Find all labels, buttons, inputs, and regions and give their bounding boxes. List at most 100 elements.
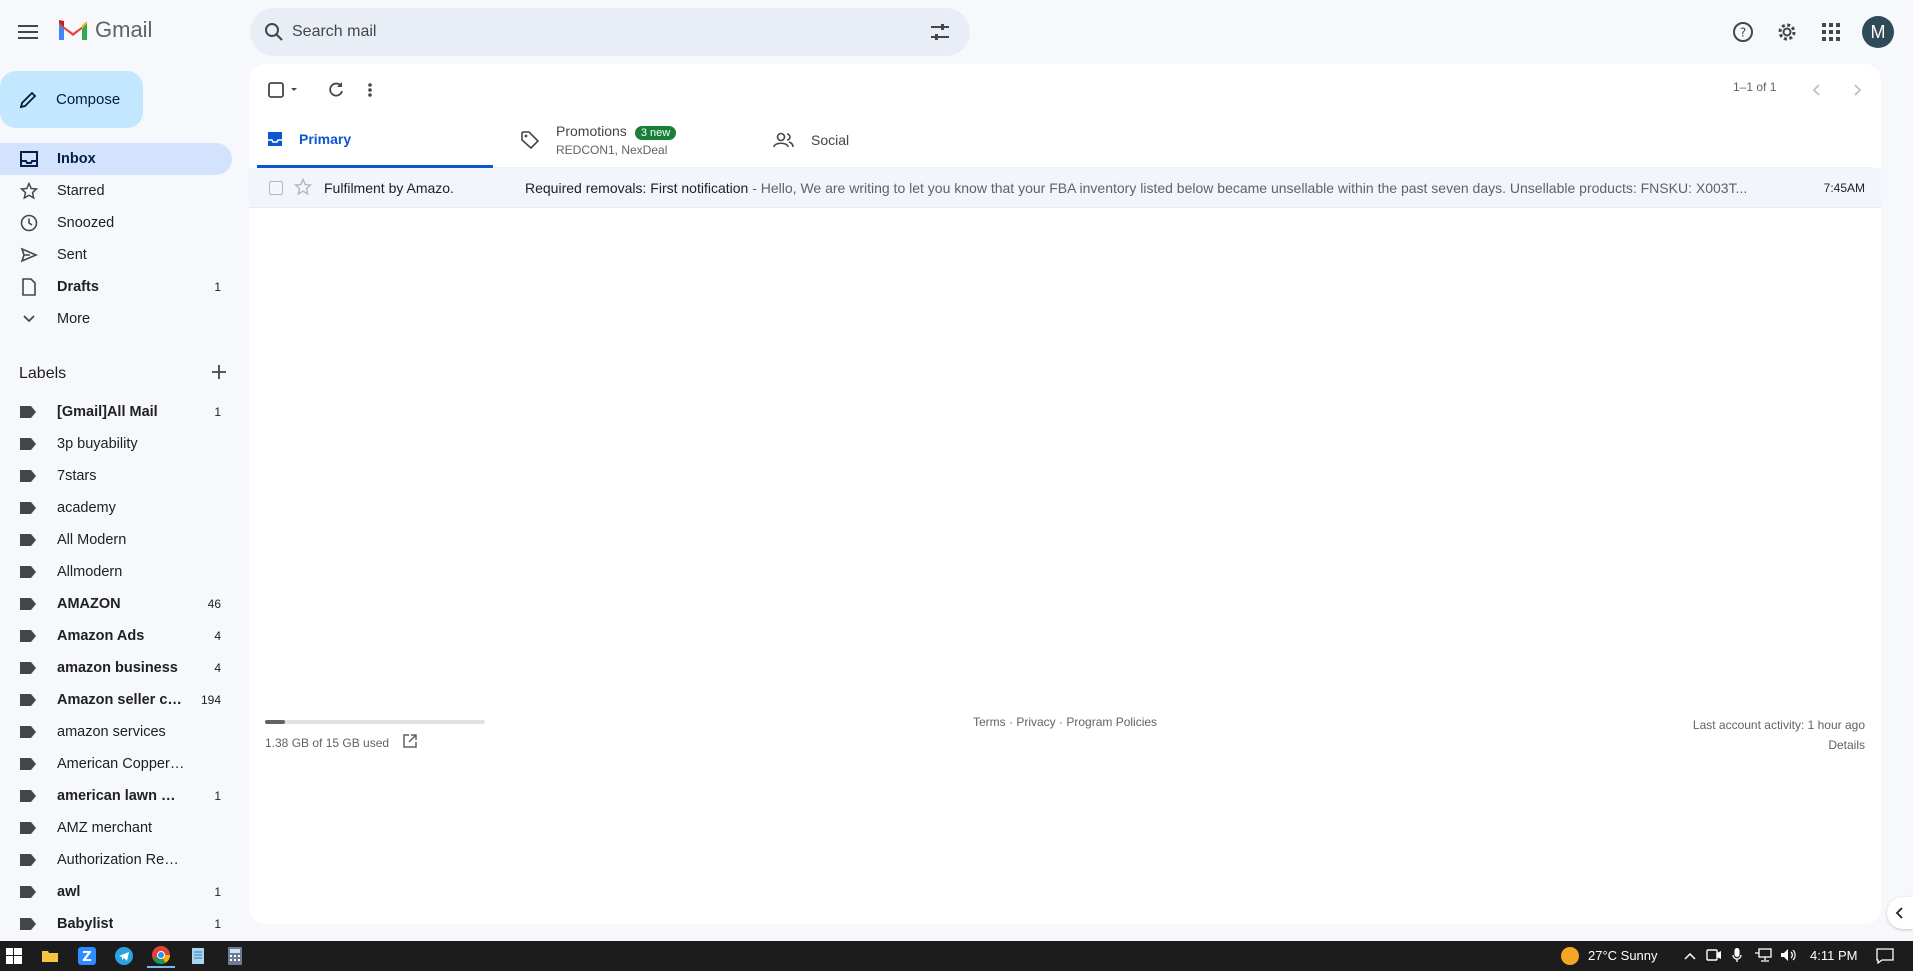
label-item[interactable]: amazon services bbox=[0, 716, 232, 748]
details-link[interactable]: Details bbox=[1693, 735, 1865, 755]
label-item[interactable]: Babylist 1 bbox=[0, 908, 232, 940]
meet-camera-icon[interactable] bbox=[1706, 948, 1722, 965]
search-input[interactable] bbox=[292, 20, 892, 44]
telegram-icon[interactable] bbox=[110, 944, 138, 968]
label-tag-icon bbox=[20, 854, 36, 866]
volume-icon[interactable] bbox=[1780, 948, 1798, 965]
main-menu-button[interactable] bbox=[12, 16, 44, 48]
clock-time[interactable]: 4:11 PM bbox=[1810, 948, 1857, 963]
sidebar-item-starred[interactable]: Starred bbox=[0, 175, 232, 207]
sidebar-item-label: More bbox=[57, 311, 91, 327]
labels-title: Labels bbox=[19, 365, 67, 382]
network-icon[interactable] bbox=[1754, 948, 1772, 965]
label-tag-icon bbox=[20, 598, 36, 610]
microphone-icon[interactable] bbox=[1732, 947, 1742, 966]
help-icon[interactable]: ? bbox=[1727, 16, 1759, 48]
footer-links: Terms · Privacy · Program Policies bbox=[973, 715, 1157, 729]
tab-primary[interactable]: Primary bbox=[257, 112, 493, 168]
sidebar-item-label: Inbox bbox=[57, 151, 96, 167]
older-page-icon[interactable] bbox=[1851, 78, 1863, 102]
search-icon[interactable] bbox=[262, 20, 286, 47]
more-vert-icon[interactable] bbox=[367, 78, 373, 102]
select-all-checkbox[interactable] bbox=[268, 78, 304, 102]
label-item[interactable]: american lawn mo... 1 bbox=[0, 780, 232, 812]
label-item[interactable]: amazon business 4 bbox=[0, 652, 232, 684]
main-panel: 1–1 of 1 Primary Promotions 3 new REDCON1… bbox=[249, 64, 1881, 924]
calculator-icon[interactable] bbox=[221, 944, 249, 968]
label-item[interactable]: 3p buyability bbox=[0, 428, 232, 460]
label-item[interactable]: Allmodern bbox=[0, 556, 232, 588]
chrome-icon[interactable] bbox=[147, 944, 175, 968]
label-name: Authorization Request bbox=[57, 852, 185, 868]
clock-icon bbox=[19, 213, 39, 233]
people-icon bbox=[773, 132, 794, 148]
windows-start-icon[interactable] bbox=[0, 944, 28, 968]
refresh-icon[interactable] bbox=[326, 78, 346, 102]
inbox-tab-icon bbox=[268, 131, 282, 146]
label-name: Amazon Ads bbox=[57, 628, 145, 644]
sidebar-item-label: Snoozed bbox=[57, 215, 115, 231]
side-panel-toggle[interactable] bbox=[1887, 897, 1913, 929]
settings-gear-icon[interactable] bbox=[1771, 16, 1803, 48]
gmail-m-icon bbox=[59, 20, 87, 40]
label-count: 1 bbox=[214, 405, 221, 419]
weather-text[interactable]: 27°C Sunny bbox=[1588, 948, 1658, 963]
label-count: 1 bbox=[214, 917, 221, 931]
program-policies-link[interactable]: Program Policies bbox=[1066, 715, 1157, 729]
email-row[interactable]: Fulfilment by Amazo. Required removals: … bbox=[249, 168, 1881, 208]
label-item[interactable]: All Modern bbox=[0, 524, 232, 556]
add-label-icon[interactable] bbox=[211, 364, 227, 385]
label-item[interactable]: [Gmail]All Mail 1 bbox=[0, 396, 232, 428]
search-options-icon[interactable] bbox=[928, 20, 952, 47]
label-name: All Modern bbox=[57, 532, 127, 548]
sidebar-item-count: 1 bbox=[214, 280, 221, 294]
privacy-link[interactable]: Privacy bbox=[1016, 715, 1055, 729]
label-item[interactable]: American Copper Brass bbox=[0, 748, 232, 780]
zoom-app-icon[interactable]: Z bbox=[73, 944, 101, 968]
star-icon bbox=[19, 181, 39, 201]
apps-grid-icon[interactable] bbox=[1815, 16, 1847, 48]
label-item[interactable]: Authorization Request bbox=[0, 844, 232, 876]
label-item[interactable]: Amazon Ads 4 bbox=[0, 620, 232, 652]
notifications-icon[interactable] bbox=[1876, 948, 1894, 967]
label-item[interactable]: AMZ merchant bbox=[0, 812, 232, 844]
account-avatar[interactable]: M bbox=[1862, 16, 1894, 48]
labels-header: Labels bbox=[19, 362, 227, 386]
label-name: AMZ merchant bbox=[57, 820, 153, 836]
sun-weather-icon[interactable] bbox=[1560, 946, 1580, 969]
label-item[interactable]: academy bbox=[0, 492, 232, 524]
label-tag-icon bbox=[20, 822, 36, 834]
label-name: 7stars bbox=[57, 468, 97, 484]
footer-dot: · bbox=[1005, 715, 1017, 729]
sidebar-item-drafts[interactable]: Drafts 1 bbox=[0, 271, 232, 303]
star-toggle-icon[interactable] bbox=[293, 177, 313, 199]
newer-page-icon[interactable] bbox=[1811, 78, 1823, 102]
email-snippet: Hello, We are writing to let you know th… bbox=[760, 179, 1748, 196]
tray-chevron-up-icon[interactable] bbox=[1684, 949, 1696, 964]
tab-promotions[interactable]: Promotions 3 new REDCON1, NexDeal bbox=[510, 112, 746, 168]
label-item[interactable]: Amazon seller ce... 194 bbox=[0, 684, 232, 716]
notepad-icon[interactable] bbox=[184, 944, 212, 968]
tab-social[interactable]: Social bbox=[763, 112, 999, 168]
svg-text:Z: Z bbox=[82, 950, 91, 965]
label-name: amazon services bbox=[57, 724, 166, 740]
sidebar-item-snoozed[interactable]: Snoozed bbox=[0, 207, 232, 239]
label-item[interactable]: 7stars bbox=[0, 460, 232, 492]
sidebar-item-sent[interactable]: Sent bbox=[0, 239, 232, 271]
label-item[interactable]: awl 1 bbox=[0, 876, 232, 908]
sidebar-item-more[interactable]: More bbox=[0, 303, 232, 335]
storage-bar-fill bbox=[265, 720, 286, 724]
file-explorer-icon[interactable] bbox=[36, 944, 64, 968]
sidebar-nav: Inbox Starred Snoozed Sent Drafts 1 More bbox=[0, 143, 232, 335]
sidebar-item-inbox[interactable]: Inbox bbox=[0, 143, 232, 175]
open-in-new-icon[interactable] bbox=[403, 734, 417, 751]
row-checkbox[interactable] bbox=[269, 181, 283, 195]
terms-link[interactable]: Terms bbox=[973, 715, 1006, 729]
compose-button[interactable]: Compose bbox=[0, 71, 143, 128]
email-content: Required removals: First notification - … bbox=[525, 180, 1779, 196]
label-tag-icon bbox=[20, 406, 36, 418]
label-name: academy bbox=[57, 500, 116, 516]
header: Gmail ? M bbox=[0, 0, 1913, 64]
label-item[interactable]: AMAZON 46 bbox=[0, 588, 232, 620]
gmail-logo[interactable]: Gmail bbox=[57, 17, 152, 43]
